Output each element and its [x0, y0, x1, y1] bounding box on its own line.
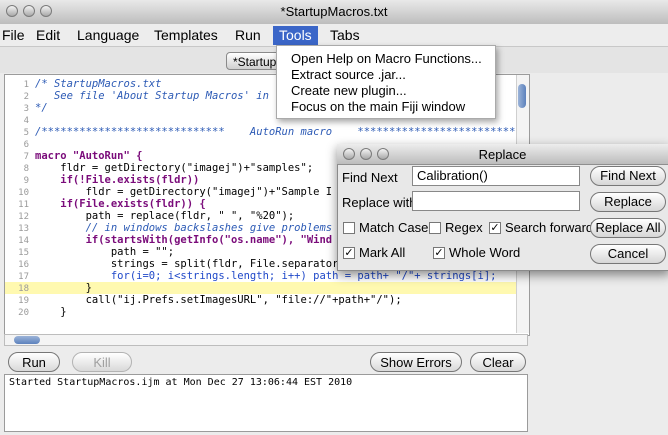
- menu-run[interactable]: Run: [235, 27, 261, 43]
- show-errors-button[interactable]: Show Errors: [370, 352, 462, 372]
- mark-all-label: Mark All: [359, 245, 406, 260]
- horizontal-scrollbar[interactable]: [4, 334, 528, 346]
- replace-all-button[interactable]: Replace All: [590, 218, 666, 238]
- whole-word-checkbox[interactable]: ✓: [433, 247, 445, 259]
- whole-word-label: Whole Word: [449, 245, 521, 260]
- search-forward-checkbox[interactable]: ✓: [489, 222, 501, 234]
- vertical-scroll-thumb[interactable]: [518, 84, 526, 108]
- cancel-button[interactable]: Cancel: [590, 244, 666, 264]
- menu-language[interactable]: Language: [77, 27, 139, 43]
- horizontal-scroll-thumb[interactable]: [14, 336, 40, 344]
- replace-label: Replace with: [342, 195, 417, 210]
- menu-item-create-plugin[interactable]: Create new plugin...: [291, 83, 407, 98]
- replace-button[interactable]: Replace: [590, 192, 666, 212]
- menu-item-focus-fiji[interactable]: Focus on the main Fiji window: [291, 99, 465, 114]
- match-case-label: Match Case: [359, 220, 429, 235]
- kill-button[interactable]: Kill: [72, 352, 132, 372]
- replace-dialog-title-bar: Replace: [337, 144, 668, 165]
- find-next-button[interactable]: Find Next: [590, 166, 666, 186]
- menu-templates[interactable]: Templates: [154, 27, 218, 43]
- match-case-checkbox[interactable]: [343, 222, 355, 234]
- menu-file[interactable]: File: [2, 27, 25, 43]
- menu-item-open-help[interactable]: Open Help on Macro Functions...: [291, 51, 482, 66]
- find-label: Find Next: [342, 170, 398, 185]
- menu-tabs[interactable]: Tabs: [330, 27, 360, 43]
- regex-label: Regex: [445, 220, 483, 235]
- clear-button[interactable]: Clear: [470, 352, 526, 372]
- find-input[interactable]: Calibration(): [412, 166, 580, 186]
- code-line: 20 }: [18, 306, 67, 318]
- replace-input[interactable]: [412, 191, 580, 211]
- mark-all-checkbox[interactable]: ✓: [343, 247, 355, 259]
- code-line-highlighted: 18 }: [5, 282, 519, 294]
- search-forward-label: Search forward: [505, 220, 594, 235]
- code-line: 5/***************************** AutoRun …: [23, 126, 530, 138]
- replace-dialog-title: Replace: [478, 147, 527, 162]
- menu-edit[interactable]: Edit: [36, 27, 60, 43]
- code-line: 19 call("ij.Prefs.setImagesURL", "file:/…: [18, 294, 402, 306]
- menu-item-extract-source[interactable]: Extract source .jar...: [291, 67, 406, 82]
- regex-checkbox[interactable]: [429, 222, 441, 234]
- title-bar: *StartupMacros.txt: [0, 0, 668, 25]
- menu-tools[interactable]: Tools: [273, 26, 318, 45]
- menu-bar: File Edit Language Templates Run Tools T…: [0, 24, 668, 47]
- code-line: 17 for(i=0; i<strings.length; i++) path …: [18, 270, 497, 282]
- run-button[interactable]: Run: [8, 352, 60, 372]
- window-title: *StartupMacros.txt: [280, 4, 388, 19]
- console-output: Started StartupMacros.ijm at Mon Dec 27 …: [4, 374, 528, 432]
- tools-dropdown-menu: Open Help on Macro Functions... Extract …: [276, 45, 496, 119]
